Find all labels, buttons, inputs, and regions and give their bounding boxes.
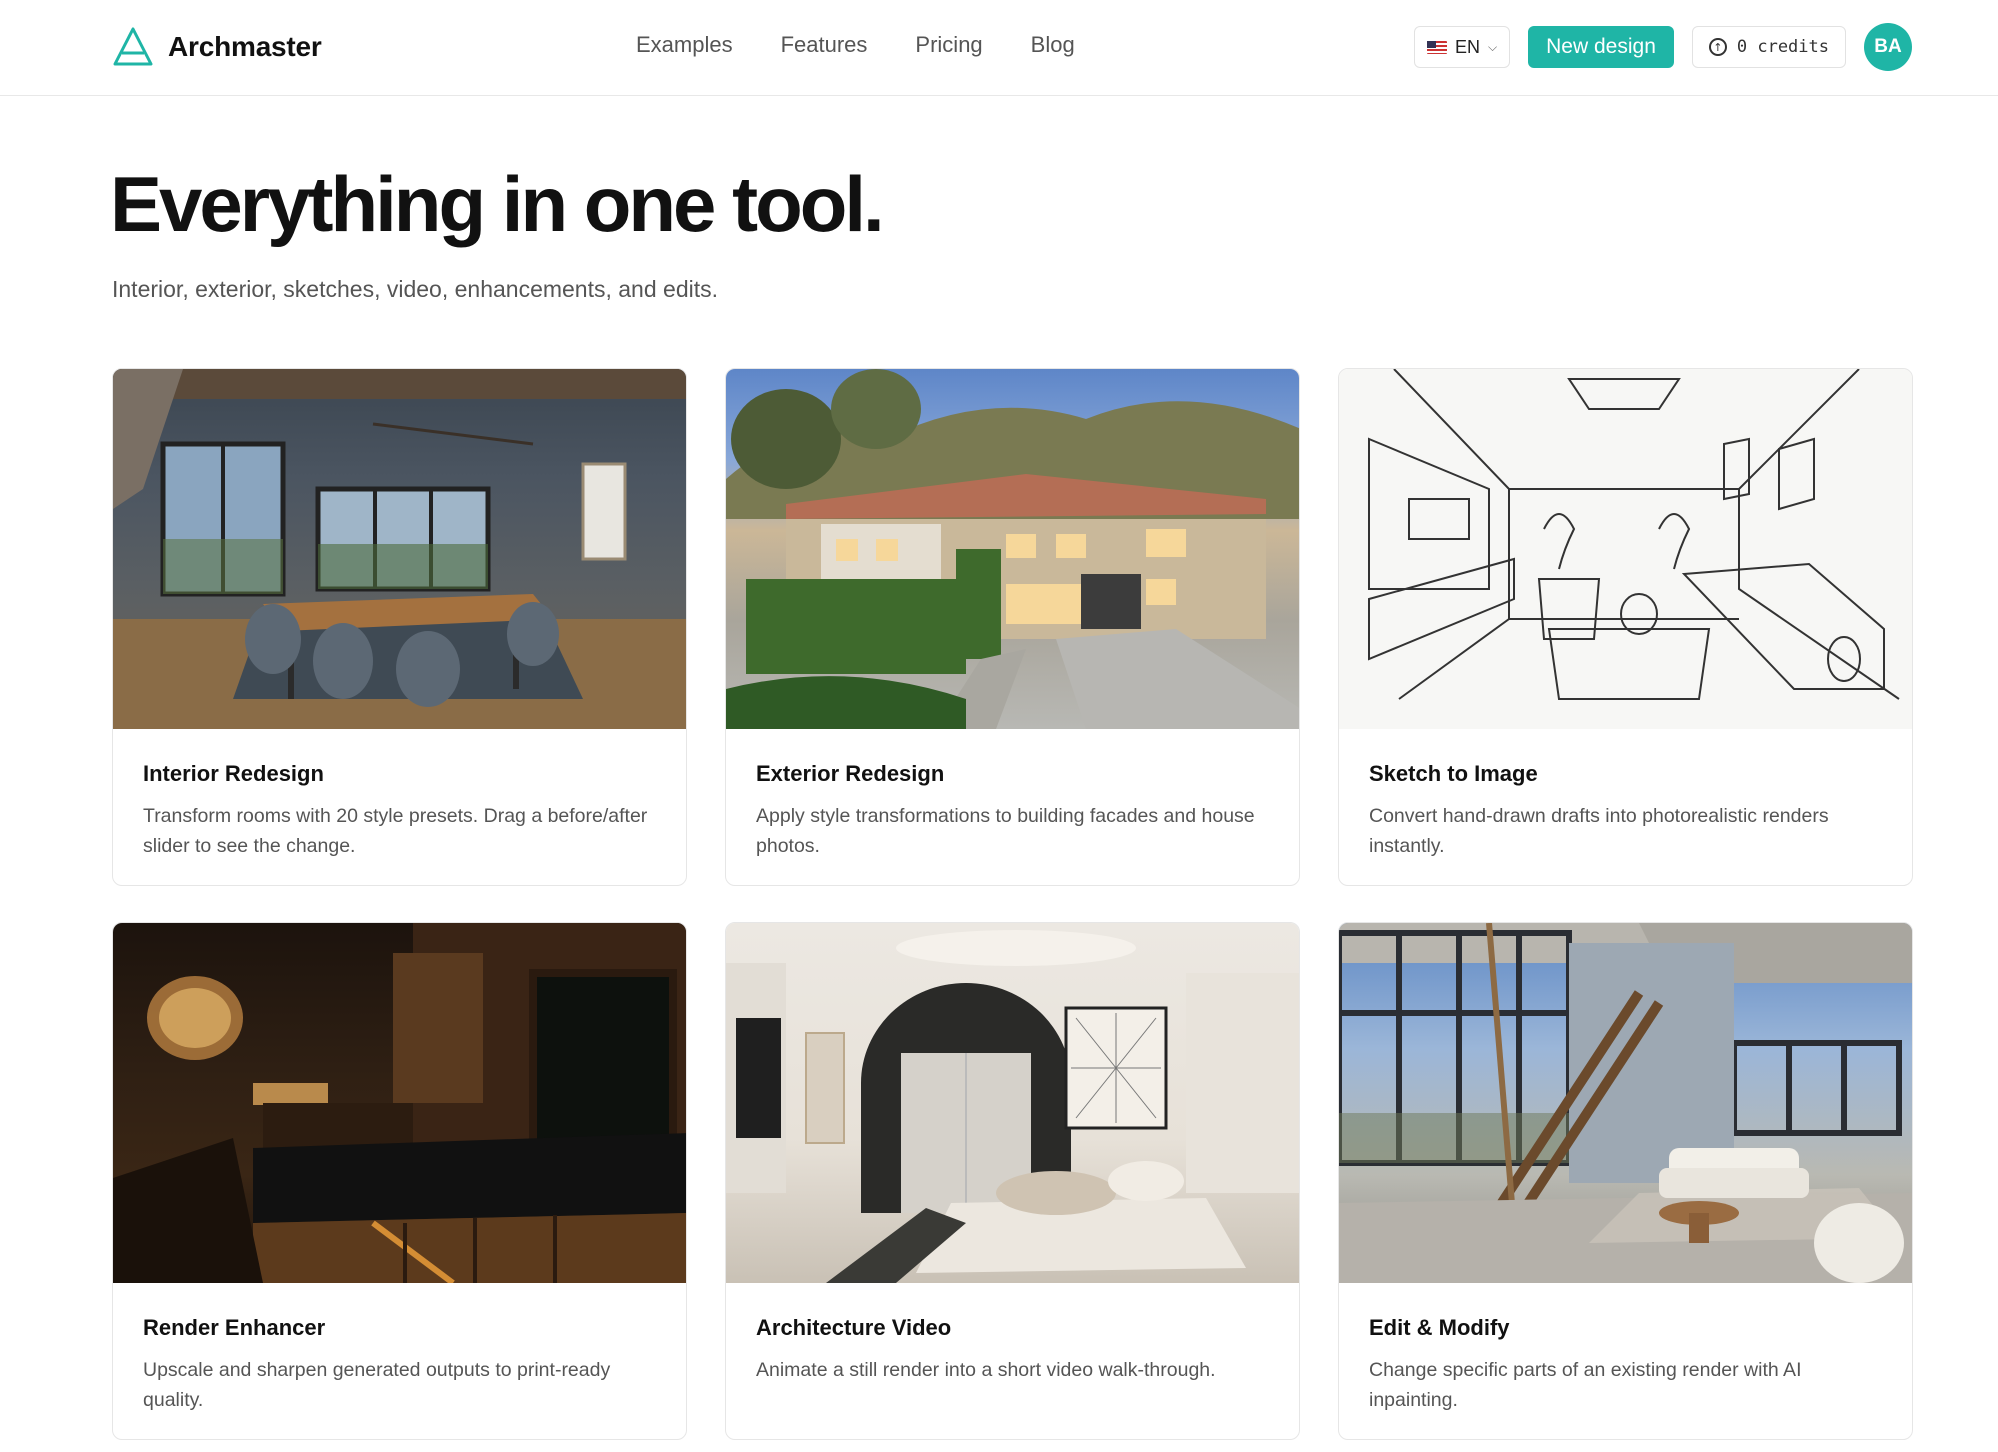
- us-flag-icon: [1427, 40, 1448, 54]
- brand-name: Archmaster: [168, 31, 322, 62]
- card-description: Apply style transformations to building …: [756, 805, 1255, 858]
- feature-card-edit-modify[interactable]: Edit & Modify Change specific parts of a…: [1338, 922, 1913, 1440]
- card-title: Exterior Redesign: [756, 761, 945, 786]
- card-description: Upscale and sharpen generated outputs to…: [143, 1359, 611, 1412]
- feature-card-architecture-video[interactable]: Architecture Video Animate a still rende…: [725, 922, 1300, 1440]
- loft-scene-icon: [1339, 923, 1912, 1283]
- main-nav: Examples Features Pricing Blog: [636, 32, 1075, 58]
- card-description: Convert hand-drawn drafts into photoreal…: [1369, 805, 1829, 858]
- card-title: Edit & Modify: [1369, 1315, 1510, 1340]
- feature-card-interior-redesign[interactable]: Interior Redesign Transform rooms with 2…: [112, 368, 687, 886]
- nav-examples[interactable]: Examples: [636, 32, 733, 58]
- top-nav-bar: Archmaster Examples Features Pricing Blo…: [0, 0, 1998, 96]
- architecture-video-image: [726, 923, 1299, 1283]
- render-enhancer-image: [113, 923, 686, 1283]
- sketch-to-image-image: [1339, 369, 1912, 729]
- interior-scene-icon: [113, 369, 686, 729]
- chevron-down-icon: ⌵: [1488, 39, 1498, 54]
- card-description: Transform rooms with 20 style presets. D…: [143, 805, 648, 858]
- page-title: Everything in one tool.: [110, 160, 885, 248]
- page-subtitle: Interior, exterior, sketches, video, enh…: [112, 276, 719, 302]
- card-title: Sketch to Image: [1369, 761, 1538, 786]
- card-title: Architecture Video: [756, 1315, 952, 1340]
- bedroom-scene-icon: [726, 930, 1299, 1283]
- kitchen-scene-icon: [113, 923, 686, 1283]
- feature-card-render-enhancer[interactable]: Render Enhancer Upscale and sharpen gene…: [112, 922, 687, 1440]
- credits-button[interactable]: ↑ 0 credits: [1691, 26, 1846, 68]
- avatar[interactable]: BA: [1864, 23, 1912, 71]
- credits-icon: ↑: [1708, 38, 1727, 56]
- feature-card-exterior-redesign[interactable]: Exterior Redesign Apply style transforma…: [725, 368, 1300, 886]
- language-label: EN: [1455, 36, 1481, 57]
- card-title: Render Enhancer: [143, 1315, 326, 1340]
- logo-icon: [113, 27, 153, 66]
- brand[interactable]: Archmaster: [112, 26, 322, 68]
- new-design-button[interactable]: New design: [1528, 26, 1674, 68]
- exterior-redesign-image: [726, 369, 1299, 729]
- house-scene-icon: [726, 369, 1299, 729]
- header-actions: EN ⌵ New design ↑ 0 credits BA: [1414, 23, 1912, 71]
- nav-pricing[interactable]: Pricing: [915, 32, 982, 58]
- card-description: Change specific parts of an existing ren…: [1369, 1359, 1802, 1412]
- card-description: Animate a still render into a short vide…: [756, 1359, 1216, 1381]
- feature-grid: Interior Redesign Transform rooms with 2…: [112, 368, 1913, 1440]
- interior-redesign-image: [113, 369, 686, 729]
- edit-modify-image: [1339, 923, 1912, 1283]
- feature-card-sketch-to-image[interactable]: Sketch to Image Convert hand-drawn draft…: [1338, 368, 1913, 886]
- card-title: Interior Redesign: [143, 761, 324, 786]
- language-selector[interactable]: EN ⌵: [1414, 26, 1511, 68]
- nav-blog[interactable]: Blog: [1031, 32, 1075, 58]
- credits-label: 0 credits: [1736, 37, 1829, 57]
- sketch-scene-icon: [1368, 369, 1900, 700]
- nav-features[interactable]: Features: [781, 32, 868, 58]
